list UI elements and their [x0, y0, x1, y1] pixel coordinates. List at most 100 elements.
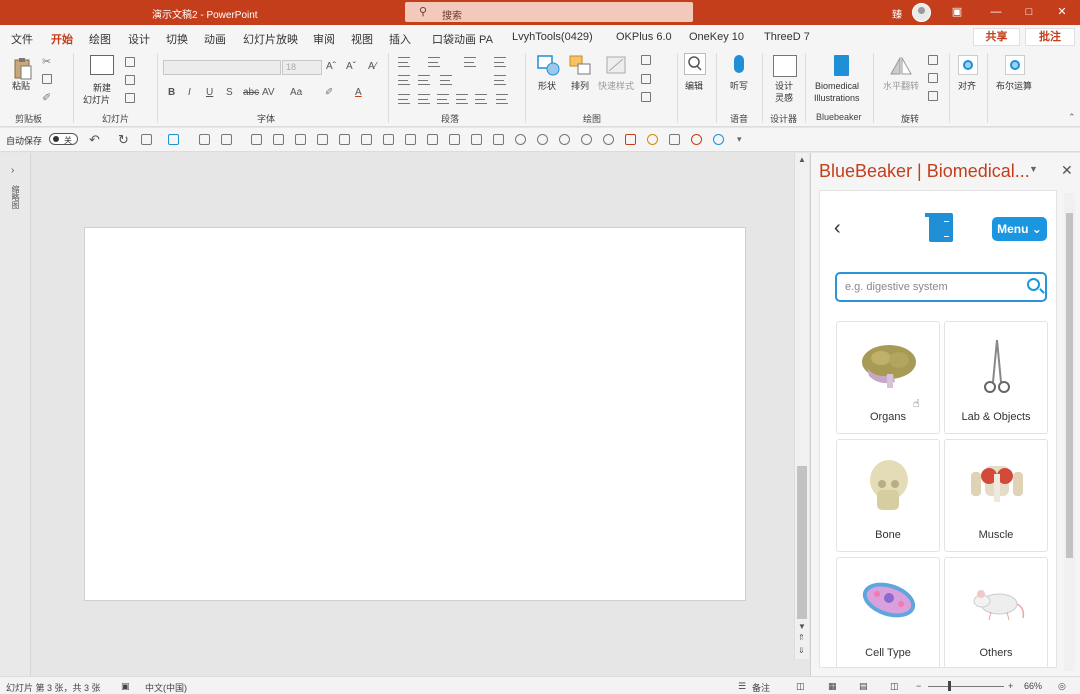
category-organs[interactable]: ☝ Organs: [836, 321, 940, 434]
microphone-icon[interactable]: [734, 55, 744, 73]
category-cell-type[interactable]: Cell Type: [836, 557, 940, 667]
pane-search-icon[interactable]: [1027, 278, 1040, 291]
maximize-icon[interactable]: □: [1019, 3, 1039, 21]
close-icon[interactable]: ✕: [1052, 3, 1072, 21]
quick-styles-icon[interactable]: [605, 55, 629, 77]
zoom-knob[interactable]: [947, 681, 951, 691]
zoom-in-icon[interactable]: +: [1008, 681, 1013, 691]
align-left-icon[interactable]: [398, 94, 410, 104]
share-button[interactable]: 共享: [973, 28, 1020, 46]
tab-insert[interactable]: 插入: [389, 31, 411, 47]
qat-tool-20-icon[interactable]: [625, 134, 636, 145]
char-spacing-icon[interactable]: AV: [262, 87, 275, 98]
copy-icon[interactable]: [42, 74, 52, 84]
text-direction-icon[interactable]: [494, 57, 506, 67]
category-bone[interactable]: Bone: [836, 439, 940, 552]
highlight-icon[interactable]: ✐: [325, 87, 333, 98]
canvas-scrollbar[interactable]: ▲ ▼ ⇑ ⇓: [794, 153, 809, 659]
designer-icon[interactable]: [773, 55, 797, 77]
new-slide-icon[interactable]: [90, 55, 114, 75]
qat-tool-7-icon[interactable]: [339, 134, 350, 145]
shape-icon[interactable]: [168, 134, 179, 145]
qat-tool-22-icon[interactable]: [691, 134, 702, 145]
shape-effects-icon[interactable]: [641, 92, 651, 102]
paste-icon[interactable]: [13, 57, 33, 81]
tab-file[interactable]: 文件: [11, 31, 33, 47]
align-text-icon[interactable]: [494, 75, 506, 85]
qat-tool-21-icon[interactable]: [647, 134, 658, 145]
fit-slide-icon[interactable]: ◎: [1058, 681, 1066, 692]
zoom-slider[interactable]: [928, 686, 1004, 687]
increase-indent-icon[interactable]: [418, 75, 430, 85]
category-muscle[interactable]: Muscle: [944, 439, 1048, 552]
tab-draw[interactable]: 绘图: [89, 31, 111, 47]
smartart-icon[interactable]: [496, 94, 508, 104]
distribute-icon[interactable]: [475, 94, 487, 104]
qat-tool-16-icon[interactable]: [537, 134, 548, 145]
category-others[interactable]: Others: [944, 557, 1048, 667]
tab-animations[interactable]: 动画: [204, 31, 226, 47]
ribbon-display-icon[interactable]: ▣: [947, 3, 967, 21]
section-icon[interactable]: [125, 93, 135, 103]
qat-tool-13-icon[interactable]: [471, 134, 482, 145]
comment-button[interactable]: 批注: [1025, 28, 1075, 46]
tab-home[interactable]: 开始: [51, 31, 73, 52]
qat-tool-3-icon[interactable]: [251, 134, 262, 145]
italic-icon[interactable]: I: [188, 87, 191, 98]
qat-tool-11-icon[interactable]: [427, 134, 438, 145]
tab-threed[interactable]: ThreeD 7: [764, 31, 810, 43]
normal-view-icon[interactable]: ◫: [796, 681, 805, 692]
arrange-icon[interactable]: [569, 55, 593, 77]
clear-format-icon[interactable]: A∕: [368, 61, 376, 72]
back-icon[interactable]: ‹: [834, 217, 841, 240]
numbering-icon[interactable]: [428, 57, 440, 67]
zoom-level[interactable]: 66%: [1024, 681, 1042, 691]
pane-search-input[interactable]: [845, 280, 1017, 294]
align-center-icon[interactable]: [418, 94, 430, 104]
format-painter-icon[interactable]: ✐: [42, 91, 51, 104]
zoom-out-icon[interactable]: −: [916, 681, 921, 691]
qat-tool-14-icon[interactable]: [493, 134, 504, 145]
qat-tool-9-icon[interactable]: [383, 134, 394, 145]
qat-tool-12-icon[interactable]: [449, 134, 460, 145]
prev-slide-icon[interactable]: ⇑: [798, 633, 805, 642]
tab-review[interactable]: 审阅: [313, 31, 335, 47]
rotate-right-icon[interactable]: [928, 55, 938, 65]
slideshow-icon[interactable]: ◫: [890, 681, 899, 692]
tab-slideshow[interactable]: 幻灯片放映: [243, 31, 298, 47]
font-size-field[interactable]: 18: [282, 60, 322, 75]
pane-scrollbar[interactable]: [1064, 193, 1075, 671]
underline-icon[interactable]: U: [206, 87, 213, 98]
thumbnail-rail[interactable]: › 缩略图: [0, 153, 31, 676]
shadow-icon[interactable]: S: [226, 87, 233, 98]
qat-tool-8-icon[interactable]: [361, 134, 372, 145]
font-name-field[interactable]: [163, 60, 281, 75]
find-icon[interactable]: [684, 53, 706, 75]
decrease-indent-icon[interactable]: [398, 75, 410, 85]
shape-fill-icon[interactable]: [641, 55, 651, 65]
grow-font-icon[interactable]: Aˆ: [326, 61, 336, 72]
pane-close-icon[interactable]: ✕: [1061, 162, 1073, 179]
textbox-icon[interactable]: [141, 134, 152, 145]
slide[interactable]: [84, 227, 746, 601]
audio-icon[interactable]: [669, 134, 680, 145]
avatar[interactable]: [912, 3, 931, 22]
strikethrough-icon[interactable]: abc: [243, 87, 259, 98]
bold-icon[interactable]: B: [168, 87, 175, 98]
font-color-icon[interactable]: A: [355, 87, 362, 98]
qat-tool-5-icon[interactable]: [295, 134, 306, 145]
minimize-icon[interactable]: —: [986, 3, 1006, 21]
qat-tool-15-icon[interactable]: [515, 134, 526, 145]
align-right-icon[interactable]: [437, 94, 449, 104]
cut-icon[interactable]: ✂: [42, 55, 51, 68]
qat-tool-18-icon[interactable]: [581, 134, 592, 145]
line-spacing-icon[interactable]: [464, 57, 476, 67]
collapse-ribbon-icon[interactable]: ⌃: [1068, 112, 1076, 123]
redo-icon[interactable]: ↻: [118, 132, 129, 148]
qat-tool-17-icon[interactable]: [559, 134, 570, 145]
tab-view[interactable]: 视图: [351, 31, 373, 47]
qat-tool-19-icon[interactable]: [603, 134, 614, 145]
pane-options-icon[interactable]: ▼: [1029, 164, 1038, 174]
shape-outline-icon[interactable]: [641, 74, 651, 84]
reset-icon[interactable]: [125, 75, 135, 85]
